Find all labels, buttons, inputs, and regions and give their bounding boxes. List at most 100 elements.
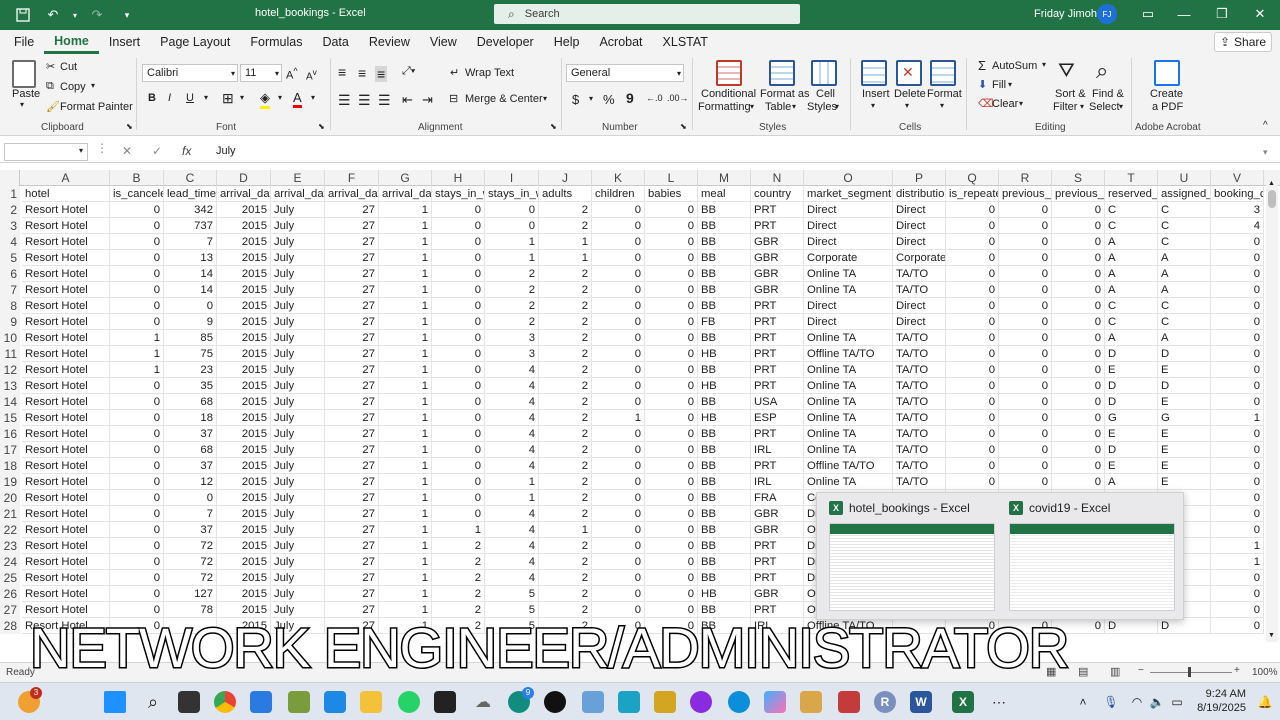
increase-decimal-icon[interactable]: ←.0	[646, 93, 663, 103]
table-cell[interactable]: 2	[539, 570, 592, 586]
search-box[interactable]: ⌕ Search	[494, 4, 800, 24]
cell-styles-icon[interactable]	[811, 60, 837, 86]
header-cell[interactable]: reserved_r	[1105, 186, 1158, 202]
table-cell[interactable]: 0	[432, 250, 485, 266]
fill-icon[interactable]: ⬇	[978, 78, 987, 91]
table-cell[interactable]: PRT	[751, 314, 804, 330]
table-cell[interactable]: Corporate	[804, 250, 893, 266]
table-cell[interactable]: 0	[645, 442, 698, 458]
battery-icon[interactable]: ▭	[1166, 691, 1188, 713]
table-cell[interactable]: PRT	[751, 202, 804, 218]
table-cell[interactable]: 0	[645, 378, 698, 394]
font-color-icon[interactable]: A	[293, 90, 302, 108]
merge-dropdown-icon[interactable]: ▾	[543, 94, 547, 103]
cell-styles-button[interactable]: Cell	[816, 88, 835, 100]
table-cell[interactable]: Corporate	[893, 250, 946, 266]
table-cell[interactable]: Direct	[804, 234, 893, 250]
table-cell[interactable]: 0	[110, 314, 164, 330]
table-cell[interactable]: 0	[645, 426, 698, 442]
table-cell[interactable]: E	[1105, 426, 1158, 442]
table-cell[interactable]: Resort Hotel	[22, 298, 110, 314]
table-cell[interactable]: July	[271, 218, 325, 234]
table-cell[interactable]: BB	[698, 554, 751, 570]
table-cell[interactable]: HB	[698, 586, 751, 602]
table-cell[interactable]: Resort Hotel	[22, 474, 110, 490]
table-cell[interactable]: 0	[946, 426, 999, 442]
table-cell[interactable]: 0	[1211, 522, 1264, 538]
table-cell[interactable]: 0	[592, 202, 645, 218]
table-cell[interactable]: 0	[110, 554, 164, 570]
table-cell[interactable]: 2	[539, 474, 592, 490]
table-cell[interactable]: 0	[1052, 362, 1105, 378]
create-pdf-icon[interactable]	[1154, 60, 1180, 86]
table-cell[interactable]: BB	[698, 218, 751, 234]
table-cell[interactable]: 1	[379, 426, 432, 442]
table-cell[interactable]: 1	[1211, 410, 1264, 426]
table-cell[interactable]: BB	[698, 362, 751, 378]
table-cell[interactable]: 0	[592, 330, 645, 346]
table-cell[interactable]: 0	[946, 378, 999, 394]
column-header-s[interactable]: S	[1052, 170, 1105, 186]
tab-view[interactable]: View	[420, 30, 467, 54]
table-cell[interactable]: GBR	[751, 266, 804, 282]
table-cell[interactable]: 0	[592, 378, 645, 394]
column-header-m[interactable]: M	[698, 170, 751, 186]
table-cell[interactable]: 0	[999, 394, 1052, 410]
table-cell[interactable]: 1	[485, 490, 539, 506]
table-cell[interactable]: Online TA	[804, 426, 893, 442]
row-header[interactable]: 11	[0, 346, 20, 362]
table-cell[interactable]: Resort Hotel	[22, 458, 110, 474]
maximize-icon[interactable]: ❐	[1210, 4, 1234, 24]
table-cell[interactable]: 0	[592, 570, 645, 586]
table-cell[interactable]: 27	[325, 314, 379, 330]
table-cell[interactable]: 4	[485, 426, 539, 442]
start-icon[interactable]	[104, 691, 126, 713]
table-cell[interactable]: 13	[164, 250, 217, 266]
table-cell[interactable]: 0	[592, 314, 645, 330]
table-cell[interactable]: 0	[110, 522, 164, 538]
increase-font-icon[interactable]: A^	[286, 66, 298, 82]
table-cell[interactable]: 0	[592, 218, 645, 234]
table-cell[interactable]: 2	[539, 298, 592, 314]
table-cell[interactable]: 2	[539, 314, 592, 330]
table-cell[interactable]: Online TA	[804, 282, 893, 298]
table-cell[interactable]: 27	[325, 234, 379, 250]
table-cell[interactable]: Online TA	[804, 378, 893, 394]
table-cell[interactable]: 0	[999, 426, 1052, 442]
table-cell[interactable]: IRL	[751, 474, 804, 490]
table-cell[interactable]: G	[1105, 410, 1158, 426]
table-cell[interactable]: 0	[645, 362, 698, 378]
table-cell[interactable]: 1	[379, 538, 432, 554]
table-cell[interactable]: 2015	[217, 474, 271, 490]
table-cell[interactable]: 1	[539, 522, 592, 538]
table-cell[interactable]: 0	[432, 282, 485, 298]
table-cell[interactable]: 4	[485, 442, 539, 458]
table-cell[interactable]: 72	[164, 538, 217, 554]
table-cell[interactable]: 2015	[217, 538, 271, 554]
conditional-formatting-button[interactable]: Conditional	[701, 88, 756, 100]
table-cell[interactable]: 0	[1211, 330, 1264, 346]
header-cell[interactable]: arrival_dat	[217, 186, 271, 202]
table-cell[interactable]: 0	[164, 490, 217, 506]
table-cell[interactable]: 7	[164, 234, 217, 250]
table-cell[interactable]: D	[1158, 378, 1211, 394]
table-cell[interactable]: 0	[1211, 602, 1264, 618]
table-cell[interactable]: TA/TO	[893, 346, 946, 362]
table-cell[interactable]: 0	[946, 218, 999, 234]
row-header[interactable]: 14	[0, 394, 20, 410]
table-cell[interactable]: 0	[592, 538, 645, 554]
close-icon[interactable]: ✕	[1248, 4, 1272, 24]
table-cell[interactable]: 0	[592, 490, 645, 506]
zoom-in-icon[interactable]: +	[1234, 665, 1240, 676]
table-cell[interactable]: 1	[379, 218, 432, 234]
table-cell[interactable]: 72	[164, 570, 217, 586]
table-cell[interactable]: 0	[645, 282, 698, 298]
table-cell[interactable]: 0	[946, 394, 999, 410]
table-cell[interactable]: 2	[539, 586, 592, 602]
column-header-r[interactable]: R	[999, 170, 1052, 186]
table-cell[interactable]: 0	[645, 394, 698, 410]
table-cell[interactable]: 18	[164, 410, 217, 426]
format-painter-icon[interactable]: 🖌	[46, 100, 60, 113]
table-cell[interactable]: A	[1105, 282, 1158, 298]
table-cell[interactable]: 0	[1211, 378, 1264, 394]
